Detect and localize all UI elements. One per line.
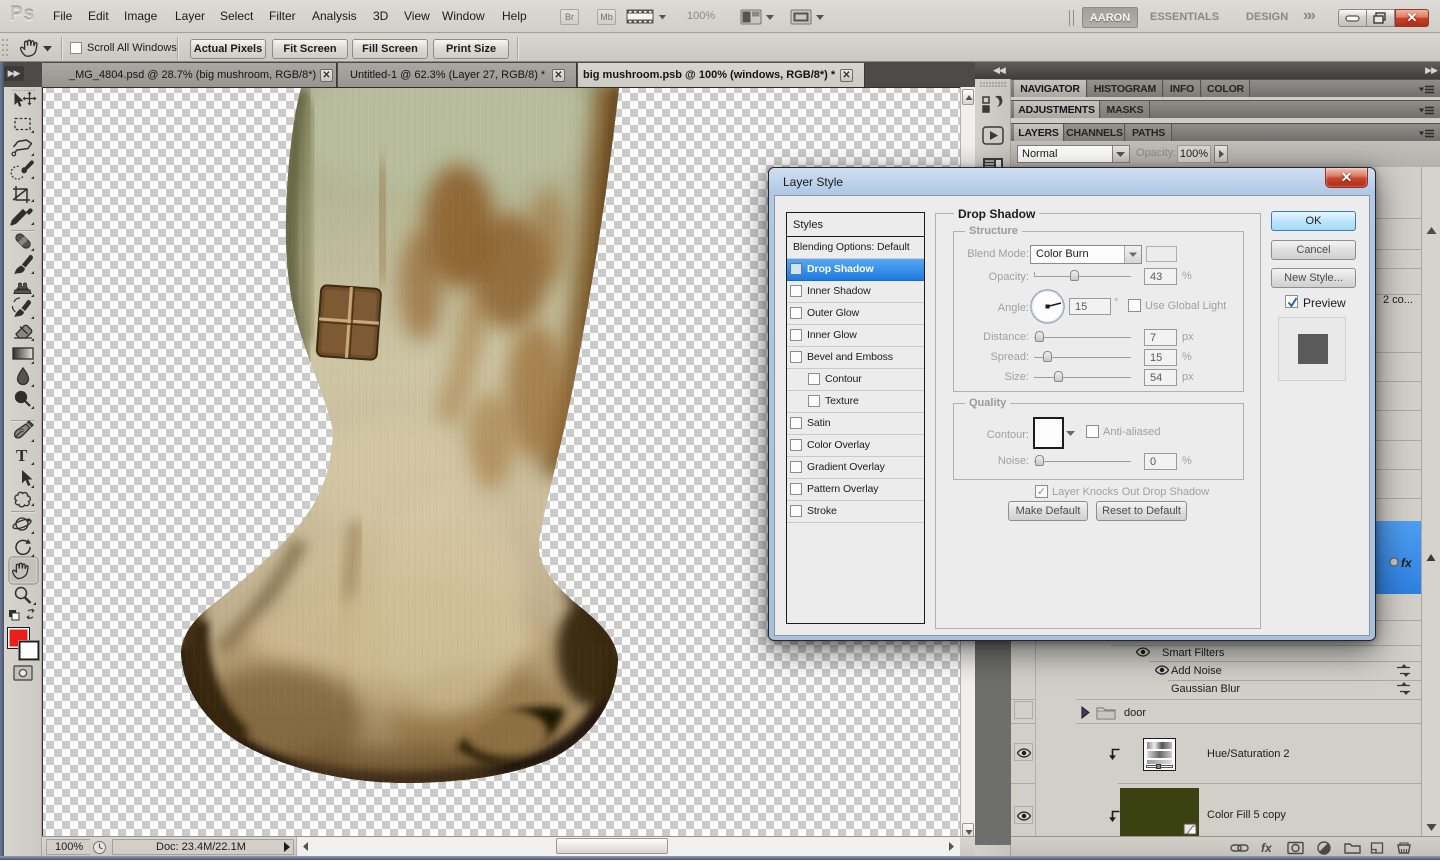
svg-text:T: T <box>16 446 28 465</box>
svg-text:fx: fx <box>1261 841 1273 855</box>
svg-text:fx: fx <box>1401 556 1413 570</box>
